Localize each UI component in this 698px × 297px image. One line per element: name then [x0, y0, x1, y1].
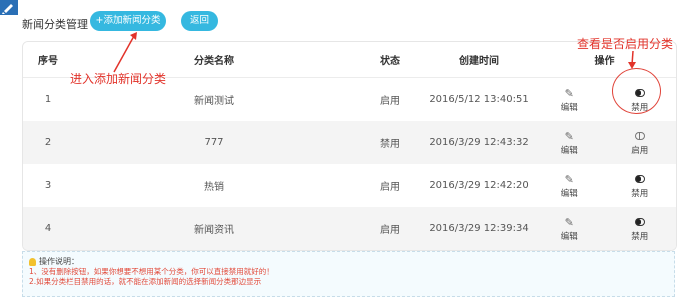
- edit-label: 编辑: [560, 145, 578, 156]
- column-header-index: 序号: [23, 42, 73, 78]
- edit-icon: ✎: [564, 129, 574, 143]
- toggle-icon: [634, 173, 645, 187]
- table-row: 4 新闻资讯 启用 2016/3/29 12:39:34 ✎ 编辑 禁用: [23, 207, 676, 250]
- toggle-icon: [634, 216, 645, 230]
- column-header-status: 状态: [355, 42, 425, 78]
- toggle-label: 禁用: [631, 188, 649, 199]
- row-name: 新闻资讯: [73, 207, 355, 250]
- back-button[interactable]: 返回: [181, 11, 218, 31]
- instructions-title-text: 操作说明：: [39, 257, 79, 266]
- toggle-button[interactable]: 禁用: [631, 173, 648, 199]
- instruction-line: 2.如果分类栏目禁用的话，就不能在添加新闻的选择新闻分类那边显示: [29, 277, 262, 286]
- lightbulb-icon: [29, 257, 36, 266]
- row-created: 2016/3/29 12:42:20: [425, 164, 533, 207]
- row-index: 1: [23, 77, 73, 121]
- row-name: 777: [73, 121, 355, 164]
- toggle-button[interactable]: 禁用: [631, 216, 648, 242]
- toggle-label: 启用: [631, 145, 649, 156]
- toggle-label: 禁用: [631, 231, 649, 242]
- row-index: 3: [23, 164, 73, 207]
- edit-icon: ✎: [564, 215, 574, 229]
- row-status: 禁用: [355, 121, 425, 164]
- row-created: 2016/5/12 13:40:51: [425, 77, 533, 121]
- page-title: 新闻分类管理: [22, 18, 88, 31]
- row-index: 4: [23, 207, 73, 250]
- row-created: 2016/3/29 12:43:32: [425, 121, 533, 164]
- annotation-arrow-status: [628, 50, 636, 69]
- edit-button[interactable]: ✎ 编辑: [561, 87, 578, 113]
- edit-icon: ✎: [564, 86, 574, 100]
- instructions-title: 操作说明：: [29, 256, 668, 267]
- add-category-button[interactable]: +添加新闻分类: [90, 11, 166, 31]
- corner-logo: [0, 0, 18, 15]
- table-row: 3 热销 启用 2016/3/29 12:42:20 ✎ 编辑 禁用: [23, 164, 676, 207]
- column-header-created: 创建时间: [425, 42, 533, 78]
- row-actions: ✎ 编辑 禁用: [533, 164, 676, 207]
- edit-label: 编辑: [560, 188, 578, 199]
- toggle-icon: [634, 130, 645, 144]
- row-actions: ✎ 编辑 禁用: [533, 207, 676, 250]
- row-created: 2016/3/29 12:39:34: [425, 207, 533, 250]
- edit-button[interactable]: ✎ 编辑: [561, 130, 578, 156]
- row-status: 启用: [355, 77, 425, 121]
- instructions-panel: 操作说明： 1、没有删除按钮，如果你想要不想用某个分类，你可以直接禁用就好的！ …: [22, 251, 675, 297]
- page-header: 新闻分类管理: [22, 16, 88, 32]
- table-row: 2 777 禁用 2016/3/29 12:43:32 ✎ 编辑 启用: [23, 121, 676, 164]
- edit-label: 编辑: [560, 102, 578, 113]
- edit-icon: ✎: [564, 172, 574, 186]
- edit-button[interactable]: ✎ 编辑: [561, 173, 578, 199]
- row-name: 热销: [73, 164, 355, 207]
- annotation-arrow-add: [113, 32, 137, 73]
- edit-label: 编辑: [560, 231, 578, 242]
- row-index: 2: [23, 121, 73, 164]
- highlight-circle: [612, 68, 661, 114]
- row-status: 启用: [355, 207, 425, 250]
- edit-button[interactable]: ✎ 编辑: [561, 216, 578, 242]
- row-status: 启用: [355, 164, 425, 207]
- row-actions: ✎ 编辑 启用: [533, 121, 676, 164]
- toggle-button[interactable]: 启用: [631, 130, 648, 156]
- instruction-line: 1、没有删除按钮，如果你想要不想用某个分类，你可以直接禁用就好的！: [29, 267, 274, 276]
